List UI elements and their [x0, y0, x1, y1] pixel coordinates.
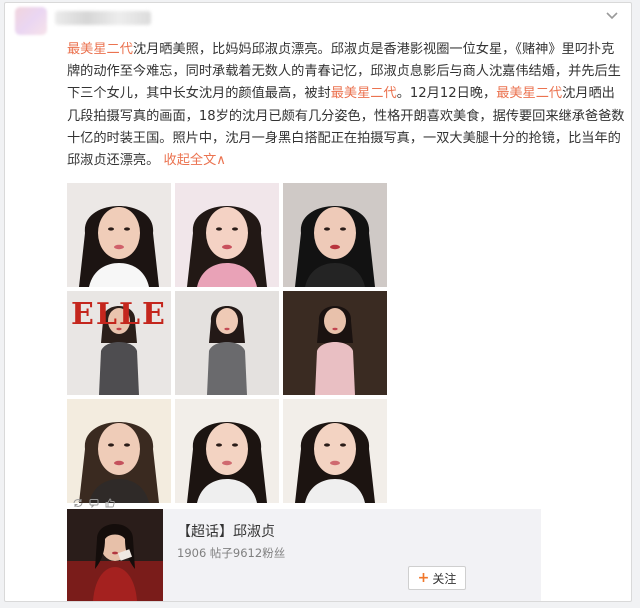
topic-link[interactable]: 最美星二代 — [331, 86, 397, 101]
post-header — [11, 3, 151, 37]
weibo-post-card: 最美星二代沈月晒美照，比妈妈邱淑贞漂亮。邱淑贞是香港影视圈一位女星，《赌神》里叼… — [4, 2, 632, 602]
photo-portrait-pink-top[interactable] — [175, 183, 279, 287]
collapse-link[interactable]: 收起全文 — [164, 153, 217, 168]
photo-mother-daughter[interactable] — [67, 399, 171, 503]
avatar[interactable] — [15, 7, 47, 35]
username[interactable] — [55, 11, 151, 25]
chevron-down-icon[interactable] — [603, 9, 621, 23]
photo-red-carpet-couple[interactable] — [283, 291, 387, 395]
photo-selfie-smile[interactable] — [283, 399, 387, 503]
follow-button[interactable]: + 关注 — [408, 566, 466, 590]
post-text-segment: 。12月12日晚， — [396, 86, 497, 102]
photo-portrait-black-hat[interactable] — [283, 183, 387, 287]
topic-stats: 1906 帖子9612粉丝 — [177, 546, 286, 560]
topic-link[interactable]: 最美星二代 — [496, 86, 562, 101]
super-topic-card[interactable]: 【超话】邱淑贞 1906 帖子9612粉丝 — [67, 509, 541, 601]
post-content: 最美星二代沈月晒美照，比妈妈邱淑贞漂亮。邱淑贞是香港影视圈一位女星，《赌神》里叼… — [67, 39, 625, 172]
repost-icon[interactable] — [73, 493, 83, 507]
photo-portrait-hand-chin[interactable] — [67, 183, 171, 287]
photo-selfie-long-hair[interactable] — [175, 399, 279, 503]
topic-thumbnail — [67, 509, 163, 601]
magazine-logo: ELLE — [71, 297, 167, 332]
photo-elle-magazine-cover[interactable]: ELLE — [67, 291, 171, 395]
photo-full-body-gray-blazer[interactable] — [175, 291, 279, 395]
plus-icon: + — [417, 570, 430, 586]
collapse-arrow-icon[interactable]: ∧ — [216, 153, 226, 168]
topic-title[interactable]: 【超话】邱淑贞 — [177, 521, 275, 541]
comment-icon[interactable] — [89, 493, 99, 509]
photo-actions — [73, 493, 115, 509]
follow-label: 关注 — [432, 571, 457, 586]
like-icon[interactable] — [105, 493, 115, 508]
photo-grid: ELLE — [67, 183, 387, 503]
topic-link[interactable]: 最美星二代 — [67, 42, 133, 57]
